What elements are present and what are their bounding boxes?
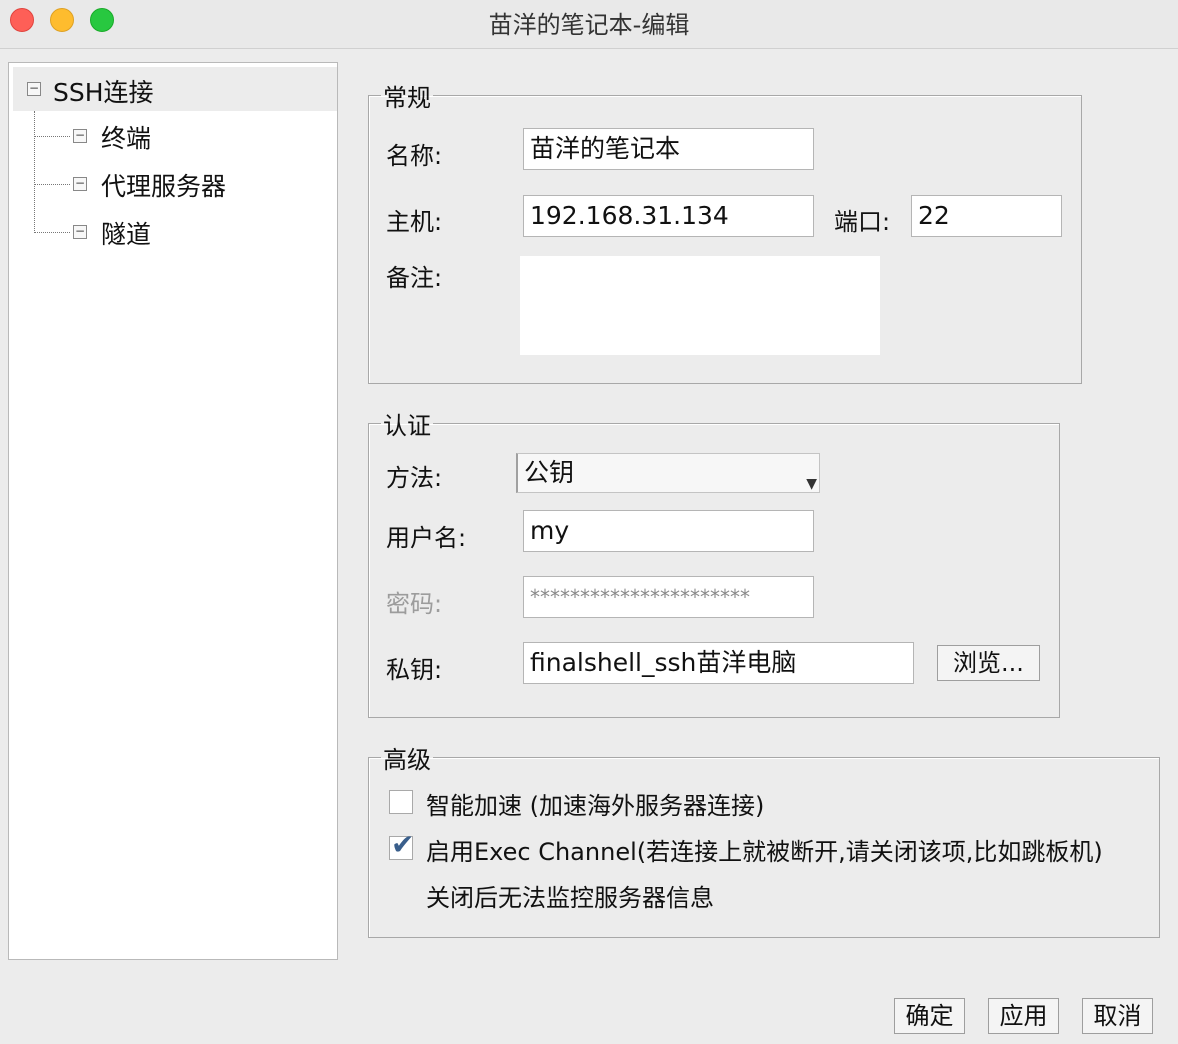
tree-connector bbox=[34, 136, 70, 137]
general-legend: 常规 bbox=[383, 84, 431, 112]
advanced-legend: 高级 bbox=[383, 746, 431, 774]
collapse-toggle-icon[interactable]: − bbox=[73, 177, 87, 191]
private-key-input[interactable]: finalshell_ssh苗洋电脑 bbox=[523, 642, 914, 684]
port-input[interactable]: 22 bbox=[911, 195, 1062, 237]
title-bar: 苗洋的笔记本-编辑 bbox=[0, 0, 1178, 49]
auth-method-value: 公钥 bbox=[524, 458, 575, 487]
collapse-toggle-icon[interactable]: − bbox=[73, 129, 87, 143]
password-input[interactable]: ********************** bbox=[523, 576, 814, 618]
tree-connector bbox=[34, 232, 70, 233]
settings-tree: − SSH连接 − 终端 − 代理服务器 − 隧道 bbox=[8, 62, 338, 960]
cancel-button[interactable]: 取消 bbox=[1082, 998, 1153, 1034]
notes-textarea[interactable] bbox=[520, 256, 880, 355]
port-label: 端口: bbox=[834, 208, 891, 236]
notes-label: 备注: bbox=[386, 264, 443, 292]
exec-channel-note: 关闭后无法监控服务器信息 bbox=[426, 884, 714, 912]
exec-channel-label: 启用Exec Channel(若连接上就被断开,请关闭该项,比如跳板机) bbox=[426, 838, 1103, 866]
password-label: 密码: bbox=[386, 590, 443, 618]
collapse-toggle-icon[interactable]: − bbox=[27, 82, 41, 96]
tree-item-label: 终端 bbox=[101, 124, 152, 153]
tree-item-label: 隧道 bbox=[101, 220, 152, 249]
tree-item-ssh[interactable]: − SSH连接 bbox=[13, 67, 337, 111]
ok-button[interactable]: 确定 bbox=[894, 998, 965, 1034]
auth-legend: 认证 bbox=[383, 412, 431, 440]
tree-connector bbox=[34, 184, 70, 185]
dropdown-arrow-icon: ▼ bbox=[806, 476, 817, 492]
apply-button[interactable]: 应用 bbox=[988, 998, 1059, 1034]
method-label: 方法: bbox=[386, 464, 443, 492]
username-input[interactable]: my bbox=[523, 510, 814, 552]
collapse-toggle-icon[interactable]: − bbox=[73, 225, 87, 239]
window-title: 苗洋的笔记本-编辑 bbox=[488, 11, 690, 39]
smart-accelerate-checkbox[interactable] bbox=[389, 790, 413, 814]
host-input[interactable]: 192.168.31.134 bbox=[523, 195, 814, 237]
private-key-label: 私钥: bbox=[386, 656, 443, 684]
auth-method-select[interactable]: 公钥 ▼ bbox=[516, 453, 820, 493]
checkmark-icon: ✔ bbox=[391, 828, 415, 861]
name-input[interactable]: 苗洋的笔记本 bbox=[523, 128, 814, 170]
tree-connector bbox=[34, 111, 35, 233]
tree-item-label: SSH连接 bbox=[53, 78, 154, 107]
username-label: 用户名: bbox=[386, 524, 467, 552]
smart-accelerate-label: 智能加速 (加速海外服务器连接) bbox=[426, 792, 765, 820]
host-label: 主机: bbox=[386, 208, 443, 236]
name-label: 名称: bbox=[386, 142, 443, 170]
tree-item-label: 代理服务器 bbox=[101, 172, 227, 201]
exec-channel-checkbox[interactable]: ✔ bbox=[389, 831, 414, 860]
browse-button[interactable]: 浏览... bbox=[937, 645, 1040, 681]
